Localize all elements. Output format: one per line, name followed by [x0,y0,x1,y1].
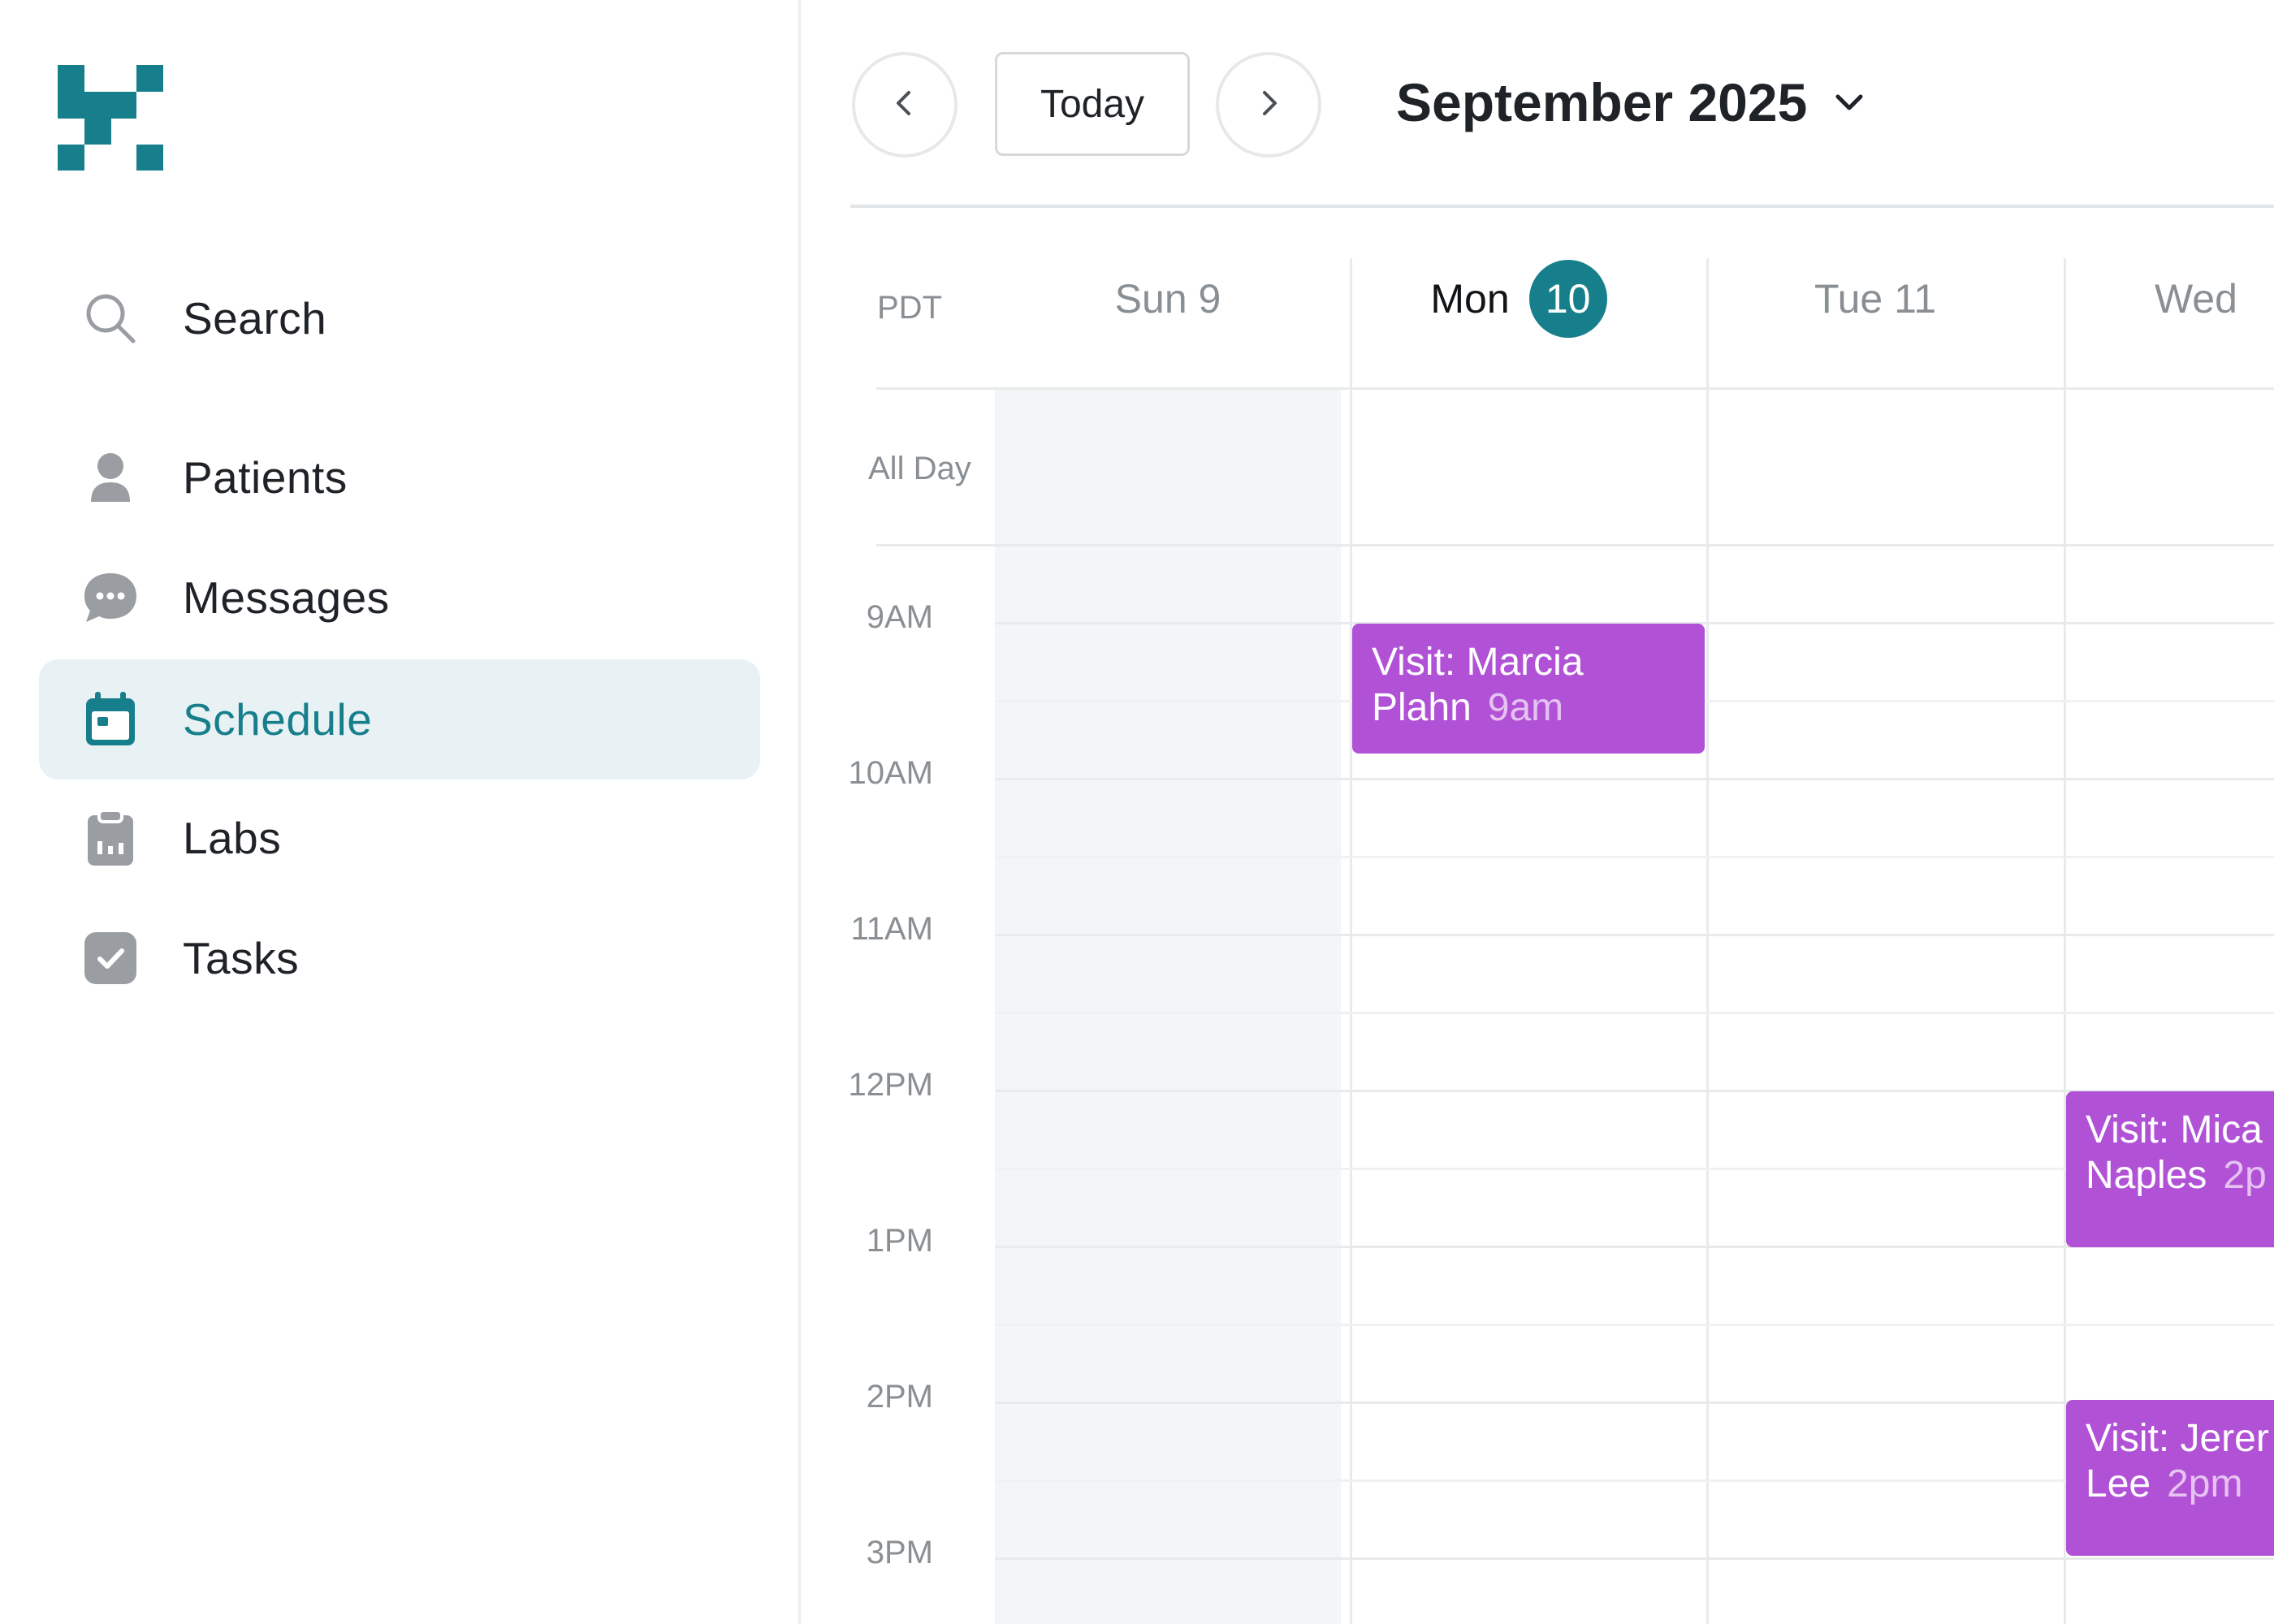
hour-line [995,934,2274,936]
sidebar-item-schedule[interactable]: Schedule [39,659,760,780]
time-label: 1PM [866,1223,933,1259]
time-label: 11AM [850,911,933,947]
time-label: 12PM [848,1067,934,1103]
checkbox-icon [81,929,140,987]
header-divider [876,387,2274,390]
half-hour-line [995,1012,2274,1014]
sidebar-item-label: Search [183,293,327,343]
weekend-shade [995,390,1341,1624]
all-day-divider [876,544,2274,546]
month-title: September 2025 [1396,72,1808,132]
half-hour-line [995,1324,2274,1326]
hour-line [995,778,2274,780]
day-header-sun[interactable]: Sun 9 [995,260,1341,338]
next-week-button[interactable] [1216,52,1321,158]
sidebar-item-search[interactable]: Search [39,258,760,378]
sidebar-item-label: Patients [183,452,348,503]
chat-bubble-icon [81,568,140,627]
hour-line [995,1557,2274,1560]
event-title-line2: Plahn 9am [1372,686,1564,729]
event-time: 9am [1487,686,1564,729]
sidebar-item-label: Schedule [183,694,373,745]
time-label: 3PM [866,1535,933,1570]
event-title: Visit: Jerer [2086,1417,2269,1460]
day-header-mon[interactable]: Mon 10 [1341,260,1697,338]
event-title-line2: Lee 2pm [2086,1462,2243,1505]
today-date-badge: 10 [1528,260,1607,338]
time-label: 2PM [866,1379,933,1415]
clipboard-chart-icon [81,809,140,867]
today-button[interactable]: Today [995,52,1190,156]
half-hour-line [995,856,2274,858]
all-day-label: All Day [868,451,971,486]
event-title: Visit: Mica [2086,1108,2263,1151]
day-header-label: Tue 11 [1814,276,1937,322]
chevron-left-icon [887,85,923,125]
event-title: Visit: Marcia [1372,641,1584,684]
timezone-label: PDT [877,290,942,326]
chevron-down-icon [1831,84,1867,120]
column-divider [1350,258,1352,1624]
time-label: 9AM [866,599,933,635]
event-card[interactable]: Visit: Mica Naples 2p [2066,1091,2274,1247]
previous-week-button[interactable] [852,52,958,158]
event-time: 2p [2223,1154,2267,1197]
person-icon [81,448,140,507]
sidebar-item-patients[interactable]: Patients [39,417,760,538]
sidebar-item-messages[interactable]: Messages [39,538,760,658]
sidebar-item-label: Messages [183,572,390,623]
sidebar: Search Patients Messages Schedule Labs T… [0,0,801,1624]
event-title-line2: Naples 2p [2086,1154,2267,1197]
logo-icon[interactable] [58,65,163,171]
day-header-label: Sun 9 [1114,276,1221,322]
time-label: 10AM [848,755,934,791]
calendar-icon [81,690,140,749]
day-header-wed[interactable]: Wed [2056,260,2274,338]
toolbar-divider [850,205,2274,208]
event-card[interactable]: Visit: Marcia Plahn 9am [1352,624,1705,754]
event-card[interactable]: Visit: Jerer Lee 2pm [2066,1400,2274,1556]
event-time: 2pm [2167,1462,2243,1505]
day-header-tue[interactable]: Tue 11 [1697,260,2054,338]
sidebar-item-tasks[interactable]: Tasks [39,898,760,1018]
sidebar-item-label: Labs [183,813,282,863]
column-divider [1706,258,1709,1624]
schedule-main: Today September 2025 PDT Sun 9 Mon 10 Tu… [803,0,2274,1624]
sidebar-item-label: Tasks [183,933,300,983]
sidebar-item-labs[interactable]: Labs [39,778,760,898]
day-header-label: Wed [2155,276,2237,322]
calendar-toolbar: Today September 2025 [803,0,2274,208]
search-icon [81,289,140,348]
day-header-label: Mon [1430,276,1510,322]
month-picker[interactable]: September 2025 [1396,71,1867,133]
chevron-right-icon [1251,85,1286,125]
